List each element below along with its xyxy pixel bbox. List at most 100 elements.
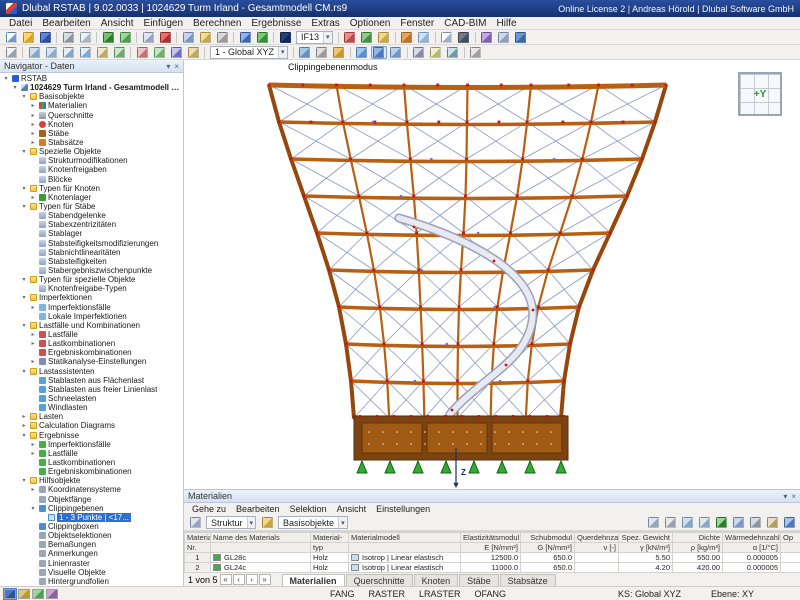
navigator-tab-ergebnisse[interactable] [46, 588, 58, 599]
clipping-plane-button[interactable] [370, 45, 387, 59]
tree-item-stabsteifigkeitsmodifizierungen[interactable]: Stabsteifigkeitsmodifizierungen [0, 239, 183, 248]
menu-extras[interactable]: Extras [306, 18, 344, 29]
menu-einfuegen[interactable]: Einfügen [139, 18, 188, 29]
tree-item-hilfsobjekte[interactable]: ▾ Hilfsobjekte [0, 476, 183, 485]
tree-item-stabendgelenke[interactable]: Stabendgelenke [0, 211, 183, 220]
tree-collapse-arrow[interactable]: ▾ [20, 93, 28, 100]
copy-button[interactable] [140, 31, 156, 44]
table-edit-button[interactable] [645, 516, 661, 529]
tree-expand-arrow[interactable]: ▸ [29, 112, 37, 119]
table-tab-stabsaetze[interactable]: Stabsätze [499, 573, 556, 586]
annotations-button[interactable] [428, 46, 444, 59]
column-header-op[interactable] [780, 542, 800, 553]
navigator-tab-daten[interactable] [3, 587, 17, 600]
tree-item-materialien[interactable]: ▸ Materialien [0, 101, 183, 110]
tree-expand-arrow[interactable]: ▸ [29, 441, 37, 448]
tree-item-basisobjekte[interactable]: ▾ Basisobjekte [0, 92, 183, 101]
tree-item-ergebnisse[interactable]: ▾ Ergebnisse [0, 430, 183, 440]
table-tab-materialien[interactable]: Materialien [281, 573, 345, 586]
tree-item-calculation-diagrams[interactable]: ▸ Calculation Diagrams [0, 421, 183, 430]
tree-item-stabergebniszwischenpunkte[interactable]: Stabergebniszwischenpunkte [0, 266, 183, 275]
zoom-out-button[interactable] [77, 46, 93, 59]
tree-item-stablasten-aus-flaechenlast[interactable]: Stablasten aus Flächenlast [0, 376, 183, 385]
column-header-gamma[interactable]: Spez. Gewicht [618, 532, 673, 543]
column-header-gamma[interactable]: γ [kN/m³] [618, 542, 673, 553]
tree-item-ergebnisse-lastfaelle[interactable]: ▸ Lastfälle [0, 449, 183, 458]
print-preview-button[interactable] [77, 31, 93, 44]
tree-item-ergebniskombinationen[interactable]: Ergebniskombinationen [0, 348, 183, 357]
rotate-view-button[interactable] [111, 46, 127, 59]
tree-collapse-arrow[interactable]: ▾ [20, 477, 28, 484]
panel-nav-back-button[interactable] [187, 516, 203, 529]
basisobjekte-combo[interactable]: Basisobjekte ▾ [278, 516, 348, 529]
menu-ergebnisse[interactable]: Ergebnisse [246, 18, 306, 29]
show-numbering-button[interactable] [376, 31, 392, 44]
tree-item-anmerkungen[interactable]: Anmerkungen [0, 549, 183, 558]
panel-menu-einstellungen[interactable]: Einstellungen [372, 504, 434, 514]
calculate-all-button[interactable] [237, 31, 253, 44]
tree-item-stabsaetze[interactable]: ▸ Stabsätze [0, 138, 183, 147]
tree-expand-arrow[interactable]: ▸ [29, 486, 37, 493]
tree-collapse-arrow[interactable]: ▾ [11, 84, 19, 91]
table-tab-querschnitte[interactable]: Querschnitte [345, 573, 413, 586]
tree-collapse-arrow[interactable]: ▾ [20, 185, 28, 192]
column-header-rho[interactable]: ρ [kg/m³] [672, 542, 723, 553]
fullscreen-button[interactable] [468, 46, 484, 59]
snap-toggle-ofang[interactable]: OFANG [475, 589, 507, 599]
work-plane-button[interactable] [297, 46, 313, 59]
work-plane-indicator[interactable]: Ebene: XY [711, 589, 754, 599]
tree-item-typen-fuer-knoten[interactable]: ▾ Typen für Knoten [0, 184, 183, 193]
column-header-g[interactable]: Schubmodul [520, 532, 575, 543]
column-header-alpha[interactable]: Wärmedehnzahl [722, 532, 781, 543]
tree-collapse-arrow[interactable]: ▾ [20, 432, 28, 439]
zoom-extents-button[interactable] [26, 46, 42, 59]
panel-menu-gehe-zu[interactable]: Gehe zu [188, 504, 230, 514]
first-record-button[interactable]: « [219, 574, 232, 585]
snap-toggle-button[interactable] [331, 46, 347, 59]
coordinate-system-combo[interactable]: 1 - Global XYZ ▾ [210, 45, 288, 59]
column-header-modell[interactable] [348, 542, 461, 553]
tree-item-stablasten-aus-freier-linienlast[interactable]: Stablasten aus freier Linienlast [0, 385, 183, 394]
tree-item-knoten[interactable]: ▸ Knoten [0, 120, 183, 129]
tree-item-schneelasten[interactable]: Schneelasten [0, 394, 183, 403]
tree-item-knotenfreigabe-typen[interactable]: Knotenfreigabe-Typen [0, 284, 183, 293]
last-record-button[interactable]: » [258, 574, 271, 585]
column-header-name[interactable]: Name des Materials [210, 532, 311, 543]
grid-toggle-button[interactable] [314, 46, 330, 59]
view-x-button[interactable] [134, 46, 150, 59]
tree-item-bloecke[interactable]: Blöcke [0, 175, 183, 184]
column-header-op[interactable]: Op [780, 532, 800, 543]
isometric-view-button[interactable] [185, 46, 201, 59]
table-tab-staebe[interactable]: Stäbe [459, 573, 499, 586]
column-header-typ[interactable]: Material- [310, 532, 349, 543]
delete-button[interactable] [157, 31, 173, 44]
navigator-close-icon[interactable]: × [174, 62, 179, 71]
tree-item-typen-fuer-staebe[interactable]: ▾ Typen für Stäbe [0, 202, 183, 211]
menu-datei[interactable]: Datei [4, 18, 37, 29]
tree-item-lasten[interactable]: ▸ Lasten [0, 412, 183, 421]
view-z-button[interactable] [168, 46, 184, 59]
tree-item-clippingboxen[interactable]: Clippingboxen [0, 522, 183, 531]
tree-item-staebe[interactable]: ▸ Stäbe [0, 129, 183, 138]
tree-expand-arrow[interactable]: ▸ [20, 422, 28, 429]
pan-view-button[interactable] [94, 46, 110, 59]
show-loads-button[interactable] [342, 31, 358, 44]
tree-expand-arrow[interactable]: ▸ [29, 331, 37, 338]
print-graphic-button[interactable] [456, 31, 472, 44]
tree-expand-arrow[interactable]: ▸ [29, 340, 37, 347]
show-supports-button[interactable] [359, 31, 375, 44]
tree-item-linienraster[interactable]: Linienraster [0, 558, 183, 568]
render-transparent-button[interactable] [416, 31, 432, 44]
tree-collapse-arrow[interactable]: ▾ [20, 294, 28, 301]
menu-cad-bim[interactable]: CAD-BIM [439, 18, 491, 29]
tree-expand-arrow[interactable]: ▸ [29, 130, 37, 137]
tree-item-stabexzentrizitaeten[interactable]: Stabexzentrizitäten [0, 220, 183, 229]
table-panel-pin-icon[interactable]: ▾ [783, 492, 787, 501]
tree-item-stabsteifigkeiten[interactable]: Stabsteifigkeiten [0, 257, 183, 266]
column-header-name[interactable] [210, 542, 311, 553]
new-window-button[interactable] [439, 31, 455, 44]
undo-button[interactable] [100, 31, 116, 44]
export-excel-button[interactable] [713, 516, 729, 529]
tree-expand-arrow[interactable]: ▸ [29, 139, 37, 146]
panel-menu-selektion[interactable]: Selektion [286, 504, 331, 514]
